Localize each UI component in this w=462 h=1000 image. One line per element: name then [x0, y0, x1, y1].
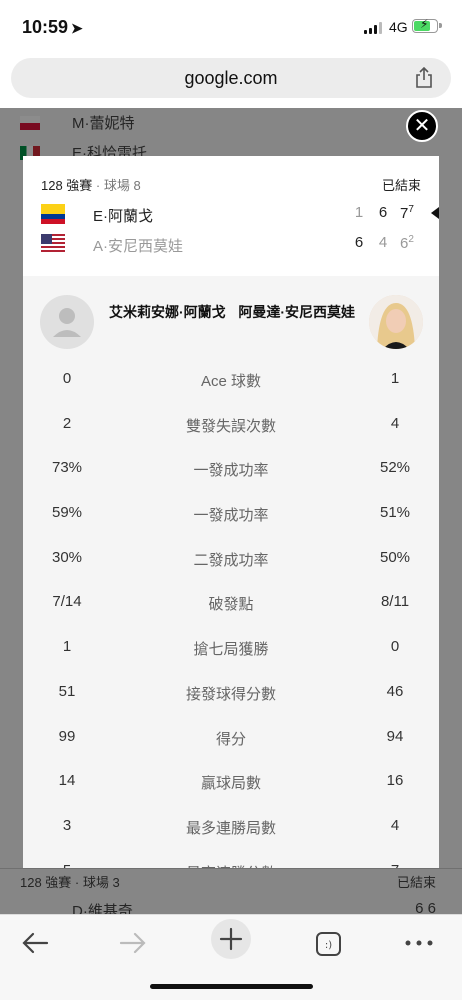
player-row: A·安尼西莫娃 6 4 62 [41, 232, 439, 256]
tabs-icon[interactable]: :) [314, 923, 344, 963]
stat-left-value: 14 [58, 772, 76, 790]
match-status: 已結束 [381, 178, 421, 193]
status-bar: 10:59 ➤ 4G ⚡ [0, 0, 462, 56]
stat-row: 0 Ace 球數 1 [23, 358, 439, 403]
stat-right-value: 7 [365, 862, 425, 868]
stat-label: 一發成功率 [193, 507, 269, 525]
usa-flag-icon [41, 234, 65, 254]
user-placeholder-icon [53, 308, 81, 337]
stat-label: 最高連勝分數 [123, 862, 339, 868]
stat-label: 二發成功率 [193, 551, 269, 569]
svg-text::): :) [325, 940, 332, 951]
stat-left-value: 7/14 [52, 593, 82, 611]
right-player-name: 阿曼達·安尼西莫娃 [238, 304, 355, 320]
forward-icon[interactable] [118, 923, 148, 963]
stat-left-value: 2 [62, 414, 72, 432]
address-bar[interactable]: google.com [11, 58, 451, 98]
avatar [40, 295, 94, 349]
stat-row: 30% 二發成功率 50% [23, 537, 439, 582]
location-arrow-icon: ➤ [71, 20, 83, 36]
player-photo [369, 295, 423, 349]
stat-label: 破發點 [208, 596, 254, 614]
stat-row: 2 雙發失誤次數 4 [23, 403, 439, 448]
battery-icon: ⚡ [412, 17, 442, 33]
stat-row: 5 最高連勝分數 7 [23, 850, 439, 868]
url-text: google.com [184, 68, 278, 88]
stat-right-value: 94 [386, 727, 404, 745]
stat-right-value: 46 [386, 682, 404, 700]
stat-right-value: 8/11 [380, 593, 410, 611]
stat-label: 雙發失誤次數 [185, 417, 276, 435]
stat-row: 14 贏球局數 16 [23, 760, 439, 805]
stat-label: 最多連勝局數 [185, 819, 276, 837]
player-name: E·阿蘭戈 [93, 208, 154, 225]
stat-right-value: 0 [390, 638, 400, 656]
player-name: A·安尼西莫娃 [93, 238, 184, 255]
stat-left-value: 1 [62, 638, 72, 656]
stats-list: 0 Ace 球數 1 2 雙發失誤次數 4 73% 一發成功率 52% 59% 一發成功率 51% 30… [23, 358, 439, 868]
close-button[interactable]: ✕ [406, 110, 438, 142]
set-scores: 1 6 77 [354, 204, 414, 222]
close-icon: ✕ [413, 113, 431, 137]
stat-left-value: 99 [58, 727, 76, 745]
clock: 10:59 ➤ [22, 17, 83, 37]
stat-row: 51 接發球得分數 46 [23, 671, 439, 716]
stat-label: 接發球得分數 [185, 685, 276, 703]
stat-left-value: 73% [51, 459, 83, 477]
stat-right-value: 4 [390, 816, 400, 834]
stat-row: 3 最多連勝局數 4 [23, 805, 439, 850]
match-summary-card: 128 強賽 · 球場 8 已結束 E·阿蘭戈 1 6 77 A·安尼西莫娃 6… [23, 156, 439, 276]
avatar [369, 295, 423, 349]
player-row: E·阿蘭戈 1 6 77 [41, 202, 439, 226]
signal-icon [364, 22, 382, 34]
stat-left-value: 5 [37, 862, 97, 868]
stat-row: 99 得分 94 [23, 716, 439, 761]
stat-row: 1 搶七局獲勝 0 [23, 626, 439, 671]
stat-label: 得分 [215, 730, 246, 748]
stat-left-value: 30% [51, 548, 83, 566]
match-stats-modal: 128 強賽 · 球場 8 已結束 E·阿蘭戈 1 6 77 A·安尼西莫娃 6… [23, 156, 439, 868]
stat-row: 59% 一發成功率 51% [23, 492, 439, 537]
stat-left-value: 0 [62, 370, 72, 387]
share-icon[interactable] [415, 67, 433, 89]
network-type: 4G [389, 19, 408, 35]
stat-label: Ace 球數 [200, 373, 261, 390]
colombia-flag-icon [41, 204, 65, 224]
stat-row: 73% 一發成功率 52% [23, 447, 439, 492]
stat-left-value: 59% [51, 504, 83, 522]
stat-label: 搶七局獲勝 [193, 641, 269, 659]
stat-left-value: 51 [58, 682, 76, 700]
player-header: 艾米莉安娜·阿蘭戈 阿曼達·安尼西莫娃 [23, 276, 439, 358]
stat-row: 7/14 破發點 8/11 [23, 581, 439, 626]
winner-indicator-icon [431, 207, 439, 219]
stat-right-value: 52% [379, 459, 411, 477]
stat-right-value: 1 [390, 370, 400, 387]
more-icon[interactable] [402, 923, 436, 963]
back-icon[interactable] [20, 923, 50, 963]
match-round: 128 強賽 · 球場 8 [41, 178, 141, 193]
stat-right-value: 50% [379, 548, 411, 566]
stat-left-value: 3 [62, 816, 72, 834]
set-scores: 6 4 62 [354, 234, 414, 252]
stat-label: 贏球局數 [200, 775, 261, 793]
stat-right-value: 51% [379, 504, 411, 522]
stat-right-value: 4 [390, 414, 400, 432]
home-indicator [150, 984, 313, 989]
left-player-name: 艾米莉安娜·阿蘭戈 [109, 304, 226, 320]
plus-icon [219, 927, 243, 951]
stat-label: 一發成功率 [193, 462, 269, 480]
new-tab-button[interactable] [211, 919, 251, 959]
stat-right-value: 16 [386, 772, 404, 790]
